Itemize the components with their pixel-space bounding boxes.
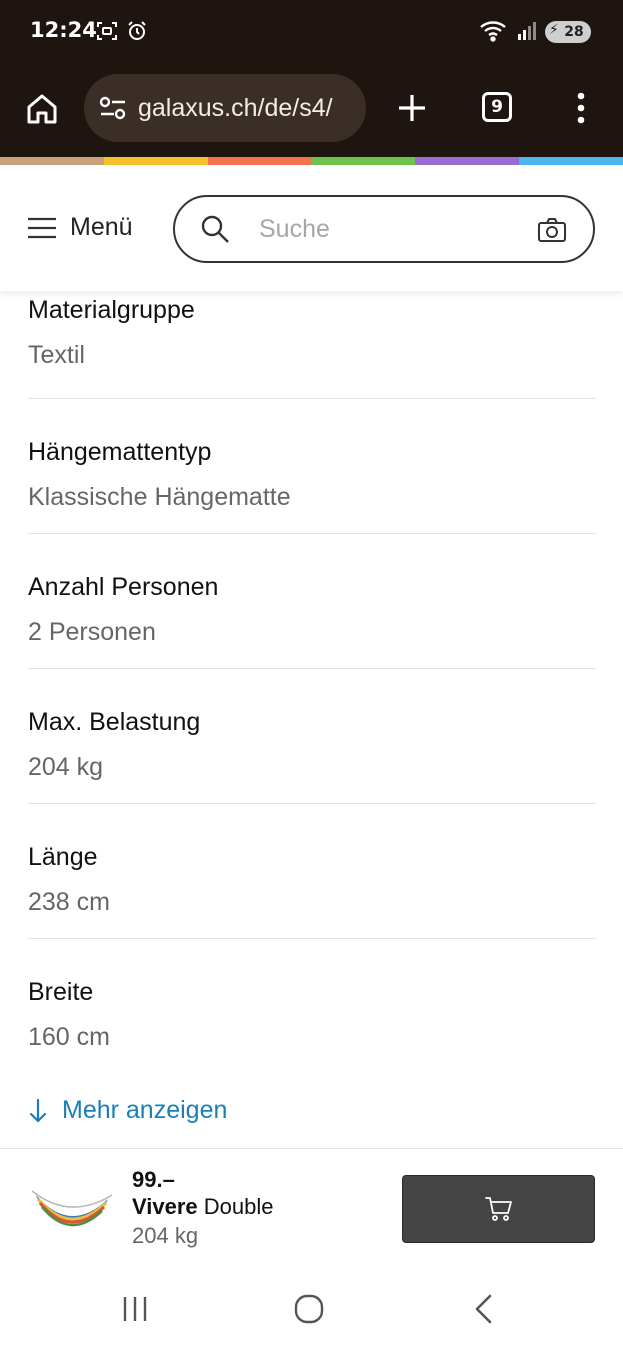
address-bar[interactable]: galaxus.ch/de/s4/ xyxy=(84,74,366,142)
product-brand: Vivere xyxy=(132,1194,198,1219)
spec-label: Hängemattentyp xyxy=(28,438,212,466)
menu-button[interactable]: Menü xyxy=(28,213,133,242)
stripe-segment xyxy=(311,157,416,165)
sticky-product-bar: 99.– Vivere Double 204 kg xyxy=(0,1148,623,1267)
battery-icon: ⚡ 28 xyxy=(545,21,591,43)
spec-label: Anzahl Personen xyxy=(28,573,219,601)
cart-icon xyxy=(484,1197,512,1221)
home-icon xyxy=(27,94,57,124)
browser-toolbar: galaxus.ch/de/s4/ 9 xyxy=(0,62,623,157)
battery-level: 28 xyxy=(564,24,584,40)
stripe-segment xyxy=(415,157,520,165)
spec-label: Breite xyxy=(28,978,94,1006)
add-to-cart-button[interactable] xyxy=(402,1175,595,1243)
menu-label: Menü xyxy=(70,213,133,241)
status-bar: 12:24 ⚡ 28 xyxy=(0,0,623,62)
brand-color-stripe xyxy=(0,157,623,165)
show-more-link[interactable]: Mehr anzeigen xyxy=(28,1096,227,1125)
show-more-label: Mehr anzeigen xyxy=(62,1096,228,1124)
status-right-icons: ⚡ 28 xyxy=(479,18,591,46)
status-left-icons xyxy=(96,20,148,46)
wifi-icon xyxy=(479,18,509,46)
product-price: 99.– xyxy=(132,1167,175,1192)
spec-row: Max. Belastung 204 kg xyxy=(28,669,596,804)
new-tab-button[interactable] xyxy=(394,90,430,126)
hamburger-icon xyxy=(28,217,56,238)
product-subtitle: 204 kg xyxy=(132,1223,199,1248)
spec-row: Länge 238 cm xyxy=(28,804,596,939)
product-info: 99.– Vivere Double 204 kg xyxy=(132,1167,274,1251)
spec-row: Anzahl Personen 2 Personen xyxy=(28,534,596,669)
recent-apps-button[interactable] xyxy=(115,1292,155,1326)
stripe-segment xyxy=(207,157,312,165)
spec-list: Materialgruppe Textil Hängemattentyp Kla… xyxy=(28,291,596,1069)
spec-label: Materialgruppe xyxy=(28,296,195,324)
home-nav-button[interactable] xyxy=(289,1292,329,1326)
screenshot-icon xyxy=(96,20,118,46)
alarm-icon xyxy=(126,20,148,46)
home-circle-icon xyxy=(294,1294,324,1324)
system-nav-bar xyxy=(0,1266,623,1350)
recents-icon xyxy=(123,1297,147,1321)
spec-label: Max. Belastung xyxy=(28,708,201,736)
url-text: galaxus.ch/de/s4/ xyxy=(138,93,333,122)
site-settings-icon[interactable] xyxy=(98,93,128,123)
back-chevron-icon xyxy=(475,1294,492,1324)
stripe-segment xyxy=(103,157,208,165)
status-time: 12:24 xyxy=(30,18,97,42)
home-button[interactable] xyxy=(22,89,62,129)
spec-row: Hängemattentyp Klassische Hängematte xyxy=(28,399,596,534)
spec-value: Textil xyxy=(28,341,85,369)
search-input[interactable] xyxy=(257,213,521,245)
search-box[interactable] xyxy=(173,195,595,263)
spec-value: 160 cm xyxy=(28,1023,110,1051)
spec-label: Länge xyxy=(28,843,98,871)
camera-search-button[interactable] xyxy=(537,215,567,245)
site-header: Menü xyxy=(0,165,623,291)
spec-value: Klassische Hängematte xyxy=(28,483,291,511)
spec-row: Breite 160 cm xyxy=(28,939,596,1069)
back-button[interactable] xyxy=(464,1292,504,1326)
spec-row: Materialgruppe Textil xyxy=(28,291,596,399)
plus-icon xyxy=(399,95,425,121)
stripe-segment xyxy=(519,157,623,165)
search-icon xyxy=(199,213,231,245)
tab-switcher-button[interactable]: 9 xyxy=(482,92,512,122)
charging-bolt-icon: ⚡ xyxy=(549,22,559,38)
product-model: Double xyxy=(203,1194,274,1219)
browser-menu-button[interactable] xyxy=(568,90,594,126)
stripe-segment xyxy=(0,157,104,165)
arrow-down-icon xyxy=(29,1098,47,1122)
product-name: Vivere Double xyxy=(132,1193,274,1221)
spec-value: 204 kg xyxy=(28,753,104,781)
signal-icon xyxy=(517,19,537,45)
more-vert-icon xyxy=(577,92,585,124)
product-thumbnail[interactable] xyxy=(30,1177,114,1237)
camera-icon xyxy=(538,218,566,242)
spec-value: 238 cm xyxy=(28,888,110,916)
spec-value: 2 Personen xyxy=(28,618,156,646)
